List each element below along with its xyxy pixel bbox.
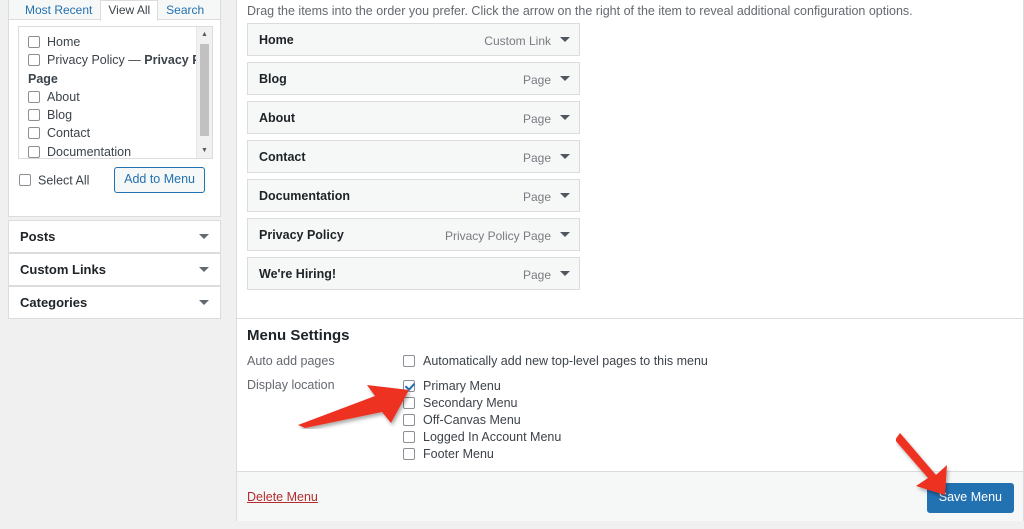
chevron-down-icon[interactable]: [199, 265, 209, 275]
menu-item-type: Page: [522, 73, 551, 87]
menu-editor-footer-bar: Delete Menu Save Menu: [237, 471, 1023, 521]
menu-item-title: Privacy Policy: [259, 228, 344, 242]
page-checklist-item[interactable]: Documentation: [28, 143, 196, 159]
add-pages-tabs: Most Recent View All Search: [9, 0, 220, 21]
accordion-custom-links-label: Custom Links: [20, 262, 106, 277]
auto-add-pages-option[interactable]: Automatically add new top-level pages to…: [403, 354, 708, 368]
page-checkbox[interactable]: [28, 36, 40, 48]
menu-item-type: Page: [522, 268, 551, 282]
page-checkbox[interactable]: [28, 54, 40, 67]
page-label: About: [47, 89, 80, 104]
auto-add-pages-option-label: Automatically add new top-level pages to…: [423, 354, 708, 368]
add-to-menu-button[interactable]: Add to Menu: [114, 167, 205, 193]
chevron-down-icon[interactable]: [199, 232, 209, 242]
page-checklist-item[interactable]: Contact: [28, 124, 196, 142]
add-pages-metabox: Most Recent View All Search Home Privacy P…: [8, 0, 221, 217]
footer-menu-checkbox[interactable]: [403, 448, 415, 460]
menu-item-type: Privacy Policy Page: [444, 229, 551, 243]
accordion-posts-label: Posts: [20, 229, 56, 244]
accordion-custom-links[interactable]: Custom Links: [8, 253, 221, 286]
page-label: Contact: [47, 126, 91, 141]
page-checkbox[interactable]: [28, 109, 40, 122]
menu-item-title: Contact: [259, 150, 306, 164]
footer-menu-label: Footer Menu: [423, 447, 494, 461]
select-all-label: Select All: [38, 173, 90, 188]
page-checkbox[interactable]: [28, 127, 40, 140]
primary-menu-checkbox[interactable]: [403, 380, 415, 392]
menu-settings-heading: Menu Settings: [247, 327, 350, 344]
page-label: Blog: [47, 108, 73, 123]
display-location-label: Display location: [247, 378, 335, 392]
menu-item-row[interactable]: Blog Page: [247, 62, 580, 95]
display-location-logged-in-account-menu[interactable]: Logged In Account Menu: [403, 430, 561, 444]
page-checklist-scrollbar[interactable]: ▲ ▼: [196, 27, 212, 158]
menu-item-title: Documentation: [259, 189, 350, 203]
page-checklist-item[interactable]: Blog: [28, 106, 196, 124]
select-all-checkbox[interactable]: [19, 174, 31, 186]
menu-item-row[interactable]: We're Hiring! Page: [247, 257, 580, 290]
chevron-down-icon[interactable]: [560, 232, 570, 240]
chevron-down-icon[interactable]: [199, 298, 209, 308]
page-checklist-group-heading: Page: [28, 71, 58, 86]
off-canvas-menu-label: Off-Canvas Menu: [423, 413, 521, 427]
menu-item-row[interactable]: Privacy Policy Privacy Policy Page: [247, 218, 580, 251]
chevron-down-icon[interactable]: [560, 76, 570, 84]
page-label: Documentation: [47, 144, 132, 159]
chevron-down-icon[interactable]: [560, 193, 570, 201]
drag-instructions-text: Drag the items into the order you prefer…: [247, 4, 913, 18]
menu-item-row[interactable]: Home Custom Link: [247, 23, 580, 56]
scroll-down-icon[interactable]: ▼: [197, 143, 212, 158]
auto-add-pages-checkbox[interactable]: [403, 355, 415, 367]
secondary-menu-checkbox[interactable]: [403, 397, 415, 409]
select-all-row: Select All Add to Menu: [19, 167, 214, 198]
accordion-categories-label: Categories: [20, 295, 88, 310]
menu-item-row[interactable]: Documentation Page: [247, 179, 580, 212]
menu-items-list: Home Custom Link Blog Page About Page Co…: [247, 23, 580, 296]
page-label: Home: [47, 35, 81, 49]
tab-view-all[interactable]: View All: [100, 0, 159, 21]
menu-item-title: Home: [259, 33, 294, 47]
menu-item-title: We're Hiring!: [259, 267, 337, 281]
scrollbar-thumb[interactable]: [200, 44, 209, 136]
logged-in-account-menu-checkbox[interactable]: [403, 431, 415, 443]
chevron-down-icon[interactable]: [560, 154, 570, 162]
display-location-secondary-menu[interactable]: Secondary Menu: [403, 396, 518, 410]
display-location-footer-menu[interactable]: Footer Menu: [403, 447, 494, 461]
auto-add-pages-label: Auto add pages: [247, 354, 335, 368]
menu-item-title: About: [259, 111, 296, 125]
menu-item-type: Page: [522, 112, 551, 126]
menu-item-type: Page: [522, 190, 551, 204]
primary-menu-label: Primary Menu: [423, 379, 501, 393]
page-label: Privacy Policy —: [47, 53, 145, 68]
scroll-up-icon[interactable]: ▲: [197, 27, 212, 42]
menu-structure-panel: Drag the items into the order you prefer…: [236, 0, 1024, 521]
menu-item-type: Page: [522, 151, 551, 165]
accordion-posts[interactable]: Posts: [8, 220, 221, 253]
menu-item-type: Custom Link: [484, 34, 551, 48]
display-location-off-canvas-menu[interactable]: Off-Canvas Menu: [403, 413, 521, 427]
accordion-categories[interactable]: Categories: [8, 286, 221, 319]
page-checkbox[interactable]: [28, 90, 40, 103]
delete-menu-link[interactable]: Delete Menu: [247, 490, 318, 504]
divider: [237, 318, 1023, 319]
chevron-down-icon[interactable]: [560, 115, 570, 123]
page-checkbox[interactable]: [28, 145, 40, 158]
add-menu-items-column: Most Recent View All Search Home Privacy P…: [0, 0, 226, 529]
chevron-down-icon[interactable]: [560, 271, 570, 279]
logged-in-account-menu-label: Logged In Account Menu: [423, 430, 562, 444]
page-checklist-item[interactable]: About: [28, 88, 196, 106]
page-checklist-item[interactable]: Home: [28, 33, 196, 51]
secondary-menu-label: Secondary Menu: [423, 396, 518, 410]
save-menu-button[interactable]: Save Menu: [926, 483, 1014, 513]
page-checklist-item[interactable]: Privacy Policy — Privacy Policy: [28, 51, 212, 69]
menu-item-row[interactable]: Contact Page: [247, 140, 580, 173]
display-location-primary-menu[interactable]: Primary Menu: [403, 379, 501, 393]
menu-item-title: Blog: [259, 72, 287, 86]
chevron-down-icon[interactable]: [560, 37, 570, 45]
off-canvas-menu-checkbox[interactable]: [403, 414, 415, 426]
menu-item-row[interactable]: About Page: [247, 101, 580, 134]
tab-most-recent[interactable]: Most Recent: [17, 0, 100, 20]
page-checklist: Home Privacy Policy — Privacy Policy Pag…: [18, 26, 213, 159]
tab-search[interactable]: Search: [158, 0, 212, 20]
